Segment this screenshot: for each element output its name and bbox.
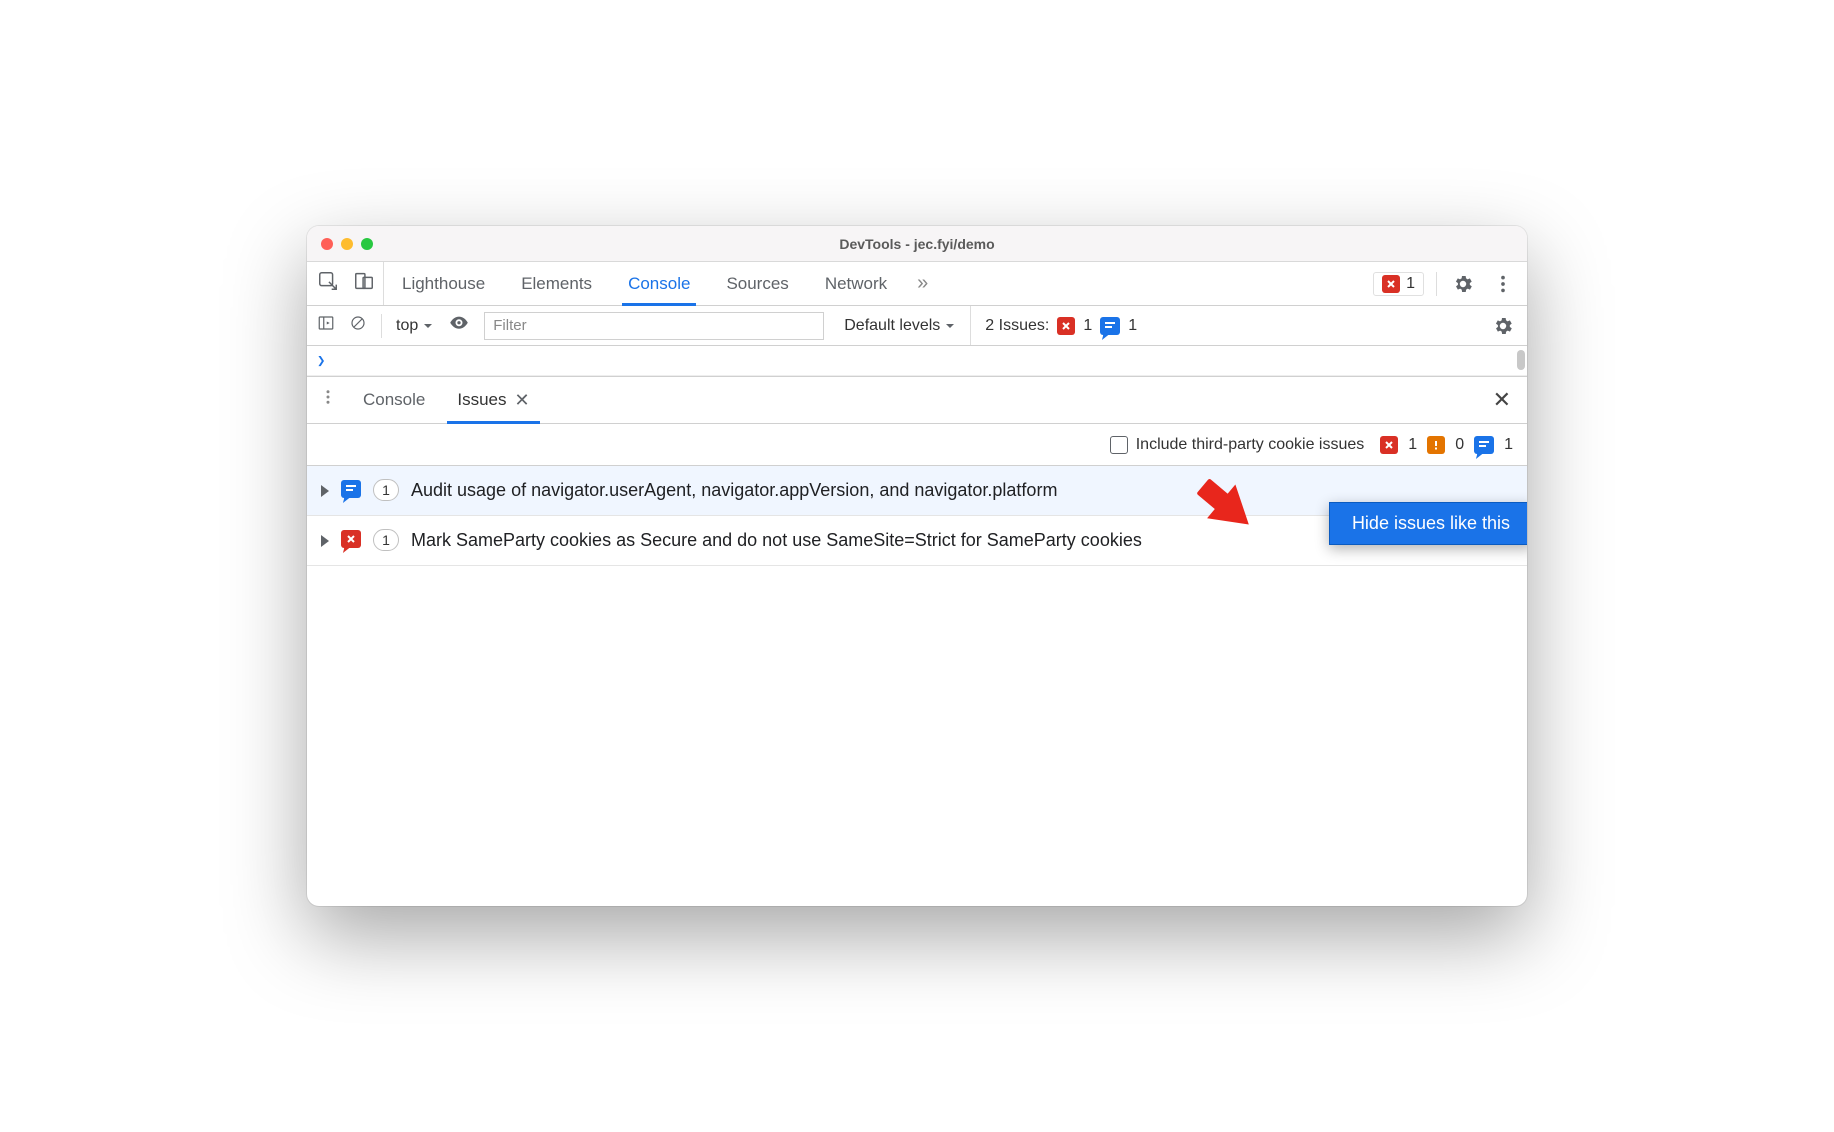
devtools-window: DevTools - jec.fyi/demo Lighthouse Eleme… xyxy=(307,226,1527,906)
execution-context-selector[interactable]: top xyxy=(396,317,434,335)
window-title: DevTools - jec.fyi/demo xyxy=(307,236,1527,252)
scrollbar-thumb[interactable] xyxy=(1517,350,1525,370)
log-levels-selector[interactable]: Default levels xyxy=(844,317,956,335)
levels-label: Default levels xyxy=(844,317,940,335)
main-tabstrip: Lighthouse Elements Console Sources Netw… xyxy=(307,262,1527,306)
zoom-window-button[interactable] xyxy=(361,238,373,250)
device-toolbar-icon[interactable] xyxy=(353,270,375,297)
context-menu-item-hide[interactable]: Hide issues like this xyxy=(1352,513,1510,534)
tab-console[interactable]: Console xyxy=(610,262,708,305)
issues-summary[interactable]: 2 Issues: 1 1 xyxy=(970,306,1137,345)
expand-icon[interactable] xyxy=(321,535,329,547)
titlebar: DevTools - jec.fyi/demo xyxy=(307,226,1527,262)
tab-sources[interactable]: Sources xyxy=(708,262,806,305)
annotation-arrow-icon xyxy=(1177,472,1267,557)
issue-count-pill: 1 xyxy=(373,529,399,551)
include-third-party-toggle[interactable]: Include third-party cookie issues xyxy=(1110,436,1365,454)
divider xyxy=(381,314,382,338)
issues-label: 2 Issues: xyxy=(985,317,1049,335)
error-count: 1 xyxy=(1408,436,1417,454)
context-label: top xyxy=(396,317,418,335)
expand-icon[interactable] xyxy=(321,485,329,497)
issues-info-count: 1 xyxy=(1128,317,1137,335)
drawer-menu-icon[interactable] xyxy=(317,388,347,412)
error-icon xyxy=(1380,436,1398,454)
error-icon xyxy=(1382,275,1400,293)
tab-network[interactable]: Network xyxy=(807,262,905,305)
more-menu-icon[interactable] xyxy=(1489,273,1517,295)
close-drawer-icon[interactable]: ✕ xyxy=(1487,387,1517,413)
issue-row[interactable]: 1 Audit usage of navigator.userAgent, na… xyxy=(307,466,1527,516)
info-icon xyxy=(341,480,361,498)
filter-input[interactable] xyxy=(484,312,824,340)
minimize-window-button[interactable] xyxy=(341,238,353,250)
info-icon xyxy=(1474,436,1494,454)
console-prompt[interactable]: ❯ xyxy=(307,346,1527,376)
checkbox-icon xyxy=(1110,436,1128,454)
clear-console-icon[interactable] xyxy=(349,314,367,337)
settings-icon[interactable] xyxy=(1449,273,1477,295)
window-controls xyxy=(307,238,373,250)
console-settings-icon[interactable] xyxy=(1489,315,1517,337)
issues-error-count: 1 xyxy=(1083,317,1092,335)
error-badge[interactable]: 1 xyxy=(1373,272,1424,296)
issue-counts: 1 0 1 xyxy=(1380,436,1513,454)
error-icon xyxy=(1057,317,1075,335)
inspect-element-icon[interactable] xyxy=(317,270,339,297)
info-icon xyxy=(1100,317,1120,335)
context-menu: Hide issues like this xyxy=(1329,502,1527,545)
drawer-tabstrip: Console Issues ✕ ✕ xyxy=(307,376,1527,424)
issue-title: Audit usage of navigator.userAgent, navi… xyxy=(411,478,1513,503)
chevron-down-icon xyxy=(944,320,956,332)
drawer-tab-issues[interactable]: Issues ✕ xyxy=(441,377,545,423)
more-tabs-button[interactable]: » xyxy=(905,262,940,305)
close-tab-icon[interactable]: ✕ xyxy=(515,390,530,411)
error-count: 1 xyxy=(1406,275,1415,293)
info-count: 1 xyxy=(1504,436,1513,454)
close-window-button[interactable] xyxy=(321,238,333,250)
tab-elements[interactable]: Elements xyxy=(503,262,610,305)
issue-count-pill: 1 xyxy=(373,479,399,501)
issues-filter-bar: Include third-party cookie issues 1 0 1 xyxy=(307,424,1527,466)
drawer-tab-label: Issues xyxy=(457,390,506,410)
console-sidebar-toggle-icon[interactable] xyxy=(317,314,335,337)
chevron-down-icon xyxy=(422,320,434,332)
live-expression-icon[interactable] xyxy=(448,312,470,339)
warning-count: 0 xyxy=(1455,436,1464,454)
prompt-chevron-icon: ❯ xyxy=(317,353,325,369)
checkbox-label: Include third-party cookie issues xyxy=(1136,436,1365,454)
divider xyxy=(1436,272,1437,296)
error-icon xyxy=(341,530,361,548)
tab-lighthouse[interactable]: Lighthouse xyxy=(384,262,503,305)
warning-icon xyxy=(1427,436,1445,454)
main-tabs: Lighthouse Elements Console Sources Netw… xyxy=(384,262,940,305)
drawer-tab-console[interactable]: Console xyxy=(347,377,441,423)
console-toolbar: top Default levels 2 Issues: 1 1 xyxy=(307,306,1527,346)
